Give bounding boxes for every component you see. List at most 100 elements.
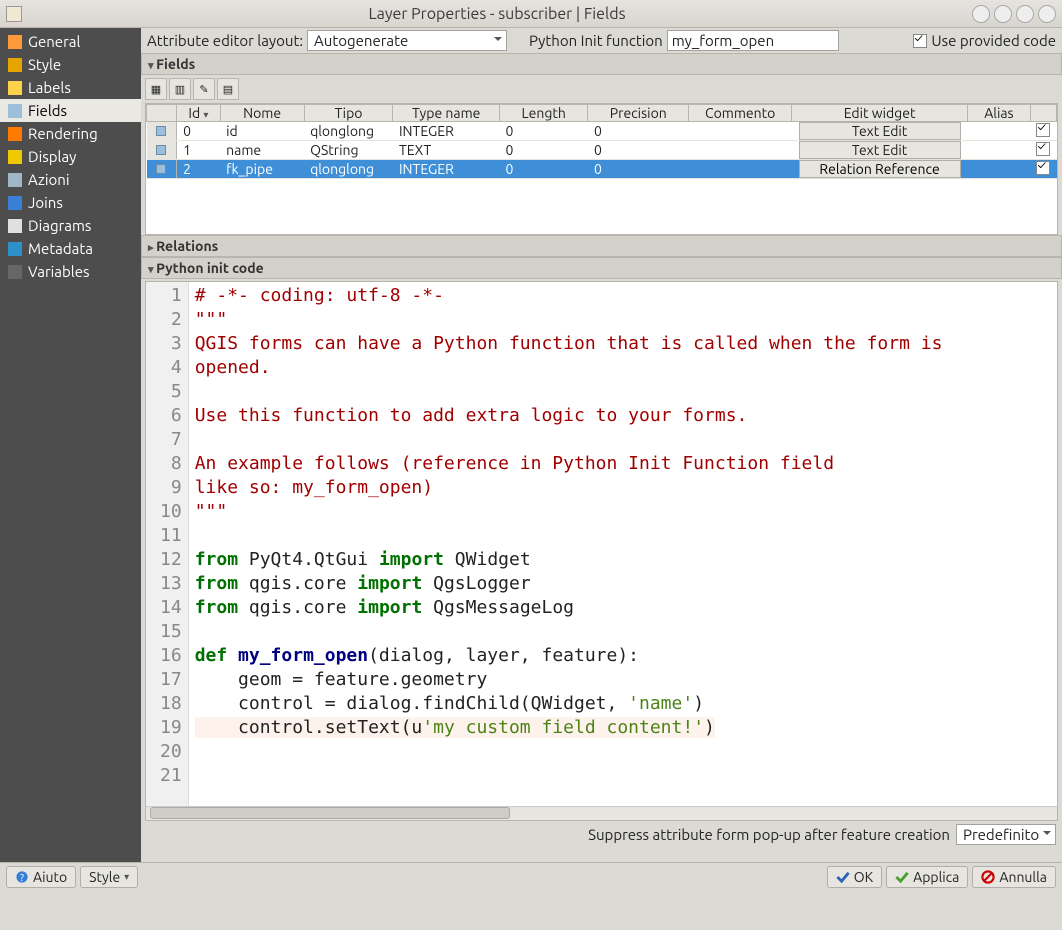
sidebar-icon: [8, 242, 22, 256]
apply-button[interactable]: Applica: [886, 866, 968, 888]
app-icon: [6, 6, 22, 22]
cell-id: 0: [177, 122, 220, 141]
close-button[interactable]: [1038, 5, 1056, 23]
row-visibility-checkbox[interactable]: [1036, 161, 1050, 175]
sidebar-item-diagrams[interactable]: Diagrams: [0, 214, 141, 237]
row-visibility-checkbox[interactable]: [1036, 142, 1050, 156]
use-provided-code-checkbox[interactable]: [913, 34, 927, 48]
fields-panel-header[interactable]: Fields: [141, 53, 1062, 75]
sidebar-item-general[interactable]: General: [0, 30, 141, 53]
sidebar-item-rendering[interactable]: Rendering: [0, 122, 141, 145]
col-alias[interactable]: Alias: [967, 105, 1030, 122]
table-row[interactable]: 2fk_pipeqlonglongINTEGER00Relation Refer…: [147, 160, 1057, 179]
col-precision[interactable]: Precision: [588, 105, 689, 122]
col-tipo[interactable]: Tipo: [304, 105, 393, 122]
minimize-button[interactable]: [994, 5, 1012, 23]
help-window-button[interactable]: [972, 5, 990, 23]
style-button[interactable]: Style ▾: [80, 866, 138, 888]
sidebar-item-label: Azioni: [28, 171, 70, 188]
python-init-function-label: Python Init function: [529, 32, 663, 49]
cancel-icon: [981, 870, 995, 884]
sidebar-icon: [8, 35, 22, 49]
sidebar-item-label: Fields: [28, 102, 67, 119]
cell-nome: name: [220, 141, 304, 160]
col-checkbox[interactable]: [1030, 105, 1056, 122]
sidebar-item-label: Style: [28, 56, 61, 73]
cell-tipo: qlonglong: [304, 160, 393, 179]
edit-widget-button[interactable]: Text Edit: [799, 122, 961, 140]
cell-id: 1: [177, 141, 220, 160]
python-init-code-panel-header[interactable]: Python init code: [141, 257, 1062, 279]
cell-alias: [967, 141, 1030, 160]
sidebar-item-label: Labels: [28, 79, 71, 96]
col-edit-widget[interactable]: Edit widget: [792, 105, 968, 122]
sidebar-item-label: Diagrams: [28, 217, 91, 234]
apply-icon: [895, 870, 909, 884]
attribute-editor-layout-value: Autogenerate: [314, 32, 408, 49]
sidebar-icon: [8, 173, 22, 187]
sidebar-item-label: Metadata: [28, 240, 93, 257]
field-calculator-button[interactable]: ▤: [217, 78, 239, 100]
ok-button[interactable]: OK: [827, 866, 882, 888]
cell-precision: 0: [588, 141, 689, 160]
cell-tipo: qlonglong: [304, 122, 393, 141]
edit-widget-button[interactable]: Text Edit: [799, 141, 961, 159]
python-init-function-input[interactable]: my_form_open: [667, 30, 839, 51]
sidebar-icon: [8, 265, 22, 279]
sidebar-item-label: Display: [28, 148, 76, 165]
fields-table-wrap: Id ▾NomeTipoType nameLengthPrecisionComm…: [145, 103, 1058, 235]
sidebar-item-label: Rendering: [28, 125, 98, 142]
row-visibility-checkbox[interactable]: [1036, 123, 1050, 137]
code-editor[interactable]: 123456789101112131415161718192021 # -*- …: [145, 281, 1058, 821]
suppress-form-label: Suppress attribute form pop-up after fea…: [588, 826, 950, 843]
cell-alias: [967, 160, 1030, 179]
cell-type_name: TEXT: [393, 141, 499, 160]
delete-field-button[interactable]: ▥: [169, 78, 191, 100]
cell-nome: fk_pipe: [220, 160, 304, 179]
edit-widget-button[interactable]: Relation Reference: [799, 160, 961, 178]
col-length[interactable]: Length: [499, 105, 588, 122]
cell-length: 0: [499, 122, 588, 141]
col-commento[interactable]: Commento: [689, 105, 792, 122]
col-id[interactable]: Id ▾: [177, 105, 220, 122]
code-text[interactable]: # -*- coding: utf-8 -*- """ QGIS forms c…: [189, 282, 949, 806]
cancel-button[interactable]: Annulla: [972, 866, 1056, 888]
sidebar-item-display[interactable]: Display: [0, 145, 141, 168]
sidebar-icon: [8, 58, 22, 72]
svg-text:?: ?: [20, 872, 24, 883]
row-icon: [156, 164, 166, 174]
dialog-footer: ? Aiuto Style ▾ OK Applica Annulla: [0, 862, 1062, 891]
fields-toolbar: ▦ ▥ ✎ ▤: [145, 75, 1058, 103]
cell-alias: [967, 122, 1030, 141]
attribute-editor-layout-label: Attribute editor layout:: [147, 32, 303, 49]
suppress-form-dropdown[interactable]: Predefinito: [956, 824, 1056, 845]
edit-mode-button[interactable]: ✎: [193, 78, 215, 100]
table-row[interactable]: 0idqlonglongINTEGER00Text Edit: [147, 122, 1057, 141]
sidebar-item-joins[interactable]: Joins: [0, 191, 141, 214]
horizontal-scrollbar[interactable]: [146, 806, 1057, 820]
chevron-down-icon: ▾: [124, 871, 129, 883]
sidebar-item-metadata[interactable]: Metadata: [0, 237, 141, 260]
cell-commento: [689, 141, 792, 160]
col-type-name[interactable]: Type name: [393, 105, 499, 122]
sidebar-item-label: Joins: [28, 194, 63, 211]
col-nome[interactable]: Nome: [220, 105, 304, 122]
sidebar-item-fields[interactable]: Fields: [0, 99, 141, 122]
help-button[interactable]: ? Aiuto: [6, 866, 76, 888]
sidebar-item-variables[interactable]: Variables: [0, 260, 141, 283]
sidebar-icon: [8, 81, 22, 95]
sidebar-item-label: Variables: [28, 263, 90, 280]
sidebar-item-style[interactable]: Style: [0, 53, 141, 76]
new-field-button[interactable]: ▦: [145, 78, 167, 100]
title-bar: Layer Properties - subscriber | Fields: [0, 0, 1062, 28]
sidebar-item-labels[interactable]: Labels: [0, 76, 141, 99]
relations-panel-header[interactable]: Relations: [141, 235, 1062, 257]
sidebar-item-azioni[interactable]: Azioni: [0, 168, 141, 191]
attribute-editor-layout-dropdown[interactable]: Autogenerate: [307, 30, 507, 51]
cell-commento: [689, 122, 792, 141]
code-gutter: 123456789101112131415161718192021: [146, 282, 189, 806]
maximize-button[interactable]: [1016, 5, 1034, 23]
table-row[interactable]: 1nameQStringTEXT00Text Edit: [147, 141, 1057, 160]
cell-commento: [689, 160, 792, 179]
use-provided-code-label: Use provided code: [931, 32, 1056, 49]
